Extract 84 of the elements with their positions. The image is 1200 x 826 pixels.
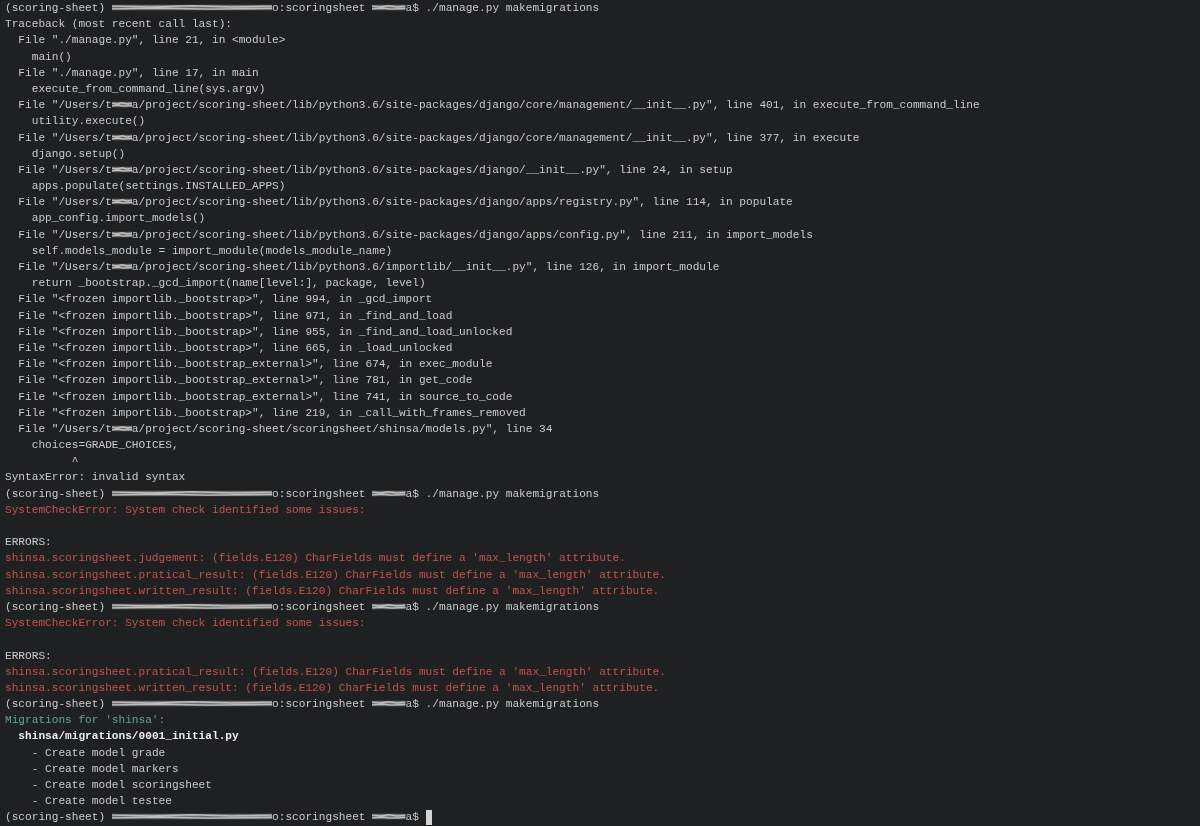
redaction-scribble-icon [111, 229, 132, 239]
output-line: - Create model testee [31, 795, 172, 808]
output-line: File "./manage.py", line 21, in <module> [18, 34, 286, 47]
terminal-text: File "/Users/t [18, 163, 112, 176]
output-line: File "./manage.py", line 17, in main [18, 66, 259, 79]
terminal-text: (scoring-sheet) [5, 811, 106, 824]
output-line: app_config.import_models() [31, 212, 206, 225]
redaction-scribble-icon [111, 164, 132, 174]
output-line: choices=GRADE_CHOICES, [31, 439, 179, 452]
redaction-scribble-icon [111, 197, 132, 207]
terminal-text: File "/Users/t [18, 131, 112, 144]
redaction-scribble-icon [111, 3, 273, 12]
terminal-text: a/project/scoring-sheet/lib/python3.6/site-packages/django/__init__.py", line 24, in setup [131, 163, 733, 176]
terminal-text: a$ ./manage.py makemigrations [405, 2, 600, 14]
output-line: File "<frozen importlib._bootstrap_external>", line 741, in source_to_code [18, 390, 513, 403]
terminal-text: o:scoringsheet [272, 811, 366, 824]
terminal-text: a/project/scoring-sheet/lib/python3.6/site-packages/django/core/management/__init__.py", line 377, in execute [131, 131, 860, 144]
info-message: Migrations for 'shinsa': [5, 714, 166, 727]
output-line: File "<frozen importlib._bootstrap>", line 219, in _call_with_frames_removed [18, 406, 526, 419]
redaction-scribble-icon [111, 488, 273, 498]
redaction-scribble-icon [111, 423, 132, 433]
file-path: shinsa/migrations/0001_initial.py [18, 730, 239, 743]
terminal-text: o:scoringsheet [272, 698, 366, 711]
terminal-text: a/project/scoring-sheet/lib/python3.6/site-packages/django/core/management/__init__.py", line 401, in execute_from_command_line [131, 99, 980, 112]
error-message: SystemCheckError: System check identified some issues: [5, 617, 366, 630]
output-line: File "<frozen importlib._bootstrap>", line 971, in _find_and_load [18, 309, 453, 322]
output-line: main() [31, 50, 72, 63]
terminal-text: (scoring-sheet) [5, 600, 106, 613]
redaction-scribble-icon [111, 699, 273, 709]
output-line: SyntaxError: invalid syntax [5, 471, 186, 484]
terminal-text: a/project/scoring-sheet/scoringsheet/shinsa/models.py", line 34 [131, 422, 553, 435]
terminal-text: a$ ./manage.py makemigrations [405, 600, 600, 613]
terminal-text: a$ ./manage.py makemigrations [405, 487, 600, 500]
error-message: shinsa.scoringsheet.judgement: (fields.E120) CharFields must define a 'max_length' attribute. [5, 552, 626, 565]
redaction-scribble-icon [111, 100, 132, 110]
redaction-scribble-icon [111, 132, 132, 142]
error-message: shinsa.scoringsheet.written_result: (fields.E120) CharFields must define a 'max_length' attribute. [5, 584, 660, 597]
terminal-text: a/project/scoring-sheet/lib/python3.6/site-packages/django/apps/config.py", line 211, in import_models [131, 228, 813, 241]
output-line: self.models_module = import_module(models_module_name) [31, 244, 393, 257]
output-line: ERRORS: [5, 536, 52, 549]
terminal-text: File "/Users/t [18, 228, 112, 241]
error-message: SystemCheckError: System check identified some issues: [5, 503, 366, 516]
terminal-text: (scoring-sheet) [5, 698, 106, 711]
redaction-scribble-icon [372, 601, 406, 611]
terminal-text: o:scoringsheet [272, 600, 366, 613]
terminal-text: File "/Users/t [18, 99, 112, 112]
terminal-text: a/project/scoring-sheet/lib/python3.6/importlib/__init__.py", line 126, in import_module [131, 261, 720, 273]
redaction-scribble-icon [372, 812, 406, 822]
terminal-text: a$ ./manage.py makemigrations [405, 698, 600, 711]
output-line: - Create model scoringsheet [31, 779, 212, 791]
output-line: Traceback (most recent call last): [5, 18, 232, 31]
terminal-text: (scoring-sheet) [5, 487, 106, 500]
output-line: apps.populate(settings.INSTALLED_APPS) [31, 180, 286, 193]
output-line: File "<frozen importlib._bootstrap>", line 665, in _load_unlocked [18, 341, 453, 354]
output-line: return _bootstrap._gcd_import(name[level:], package, level) [31, 277, 426, 290]
terminal-text: File "/Users/t [18, 422, 112, 435]
output-line: utility.execute() [31, 115, 146, 128]
redaction-scribble-icon [111, 601, 273, 611]
terminal-text: a$ [405, 811, 419, 824]
output-line: File "<frozen importlib._bootstrap_external>", line 674, in exec_module [18, 358, 493, 371]
terminal-text: File "/Users/t [18, 196, 112, 209]
output-line: File "<frozen importlib._bootstrap>", line 955, in _find_and_load_unlocked [18, 325, 513, 338]
error-message: shinsa.scoringsheet.pratical_result: (fields.E120) CharFields must define a 'max_length' attribute. [5, 665, 666, 678]
error-message: shinsa.scoringsheet.written_result: (fields.E120) CharFields must define a 'max_length' attribute. [5, 681, 660, 694]
output-line: django.setup() [31, 147, 126, 160]
output-line: execute_from_command_line(sys.argv) [31, 82, 266, 95]
text-cursor [425, 810, 433, 826]
output-line: - Create model grade [31, 746, 166, 759]
redaction-scribble-icon [372, 699, 406, 709]
output-line: ^ [71, 455, 79, 468]
output-line: - Create model markers [31, 762, 179, 775]
redaction-scribble-icon [111, 262, 132, 271]
error-message: shinsa.scoringsheet.pratical_result: (fields.E120) CharFields must define a 'max_length' attribute. [5, 568, 666, 581]
terminal-text: File "/Users/t [18, 261, 112, 273]
output-line: File "<frozen importlib._bootstrap_external>", line 781, in get_code [18, 374, 473, 387]
terminal-text: a/project/scoring-sheet/lib/python3.6/site-packages/django/apps/registry.py", line 114, in populate [131, 196, 793, 209]
redaction-scribble-icon [372, 488, 406, 498]
output-line: ERRORS: [5, 649, 52, 662]
output-line: File "<frozen importlib._bootstrap>", line 994, in _gcd_import [18, 293, 433, 306]
redaction-scribble-icon [111, 812, 273, 822]
terminal-text: o:scoringsheet [272, 487, 366, 500]
terminal-text: (scoring-sheet) [5, 2, 106, 14]
redaction-scribble-icon [372, 3, 406, 12]
terminal-text: o:scoringsheet [272, 2, 366, 14]
